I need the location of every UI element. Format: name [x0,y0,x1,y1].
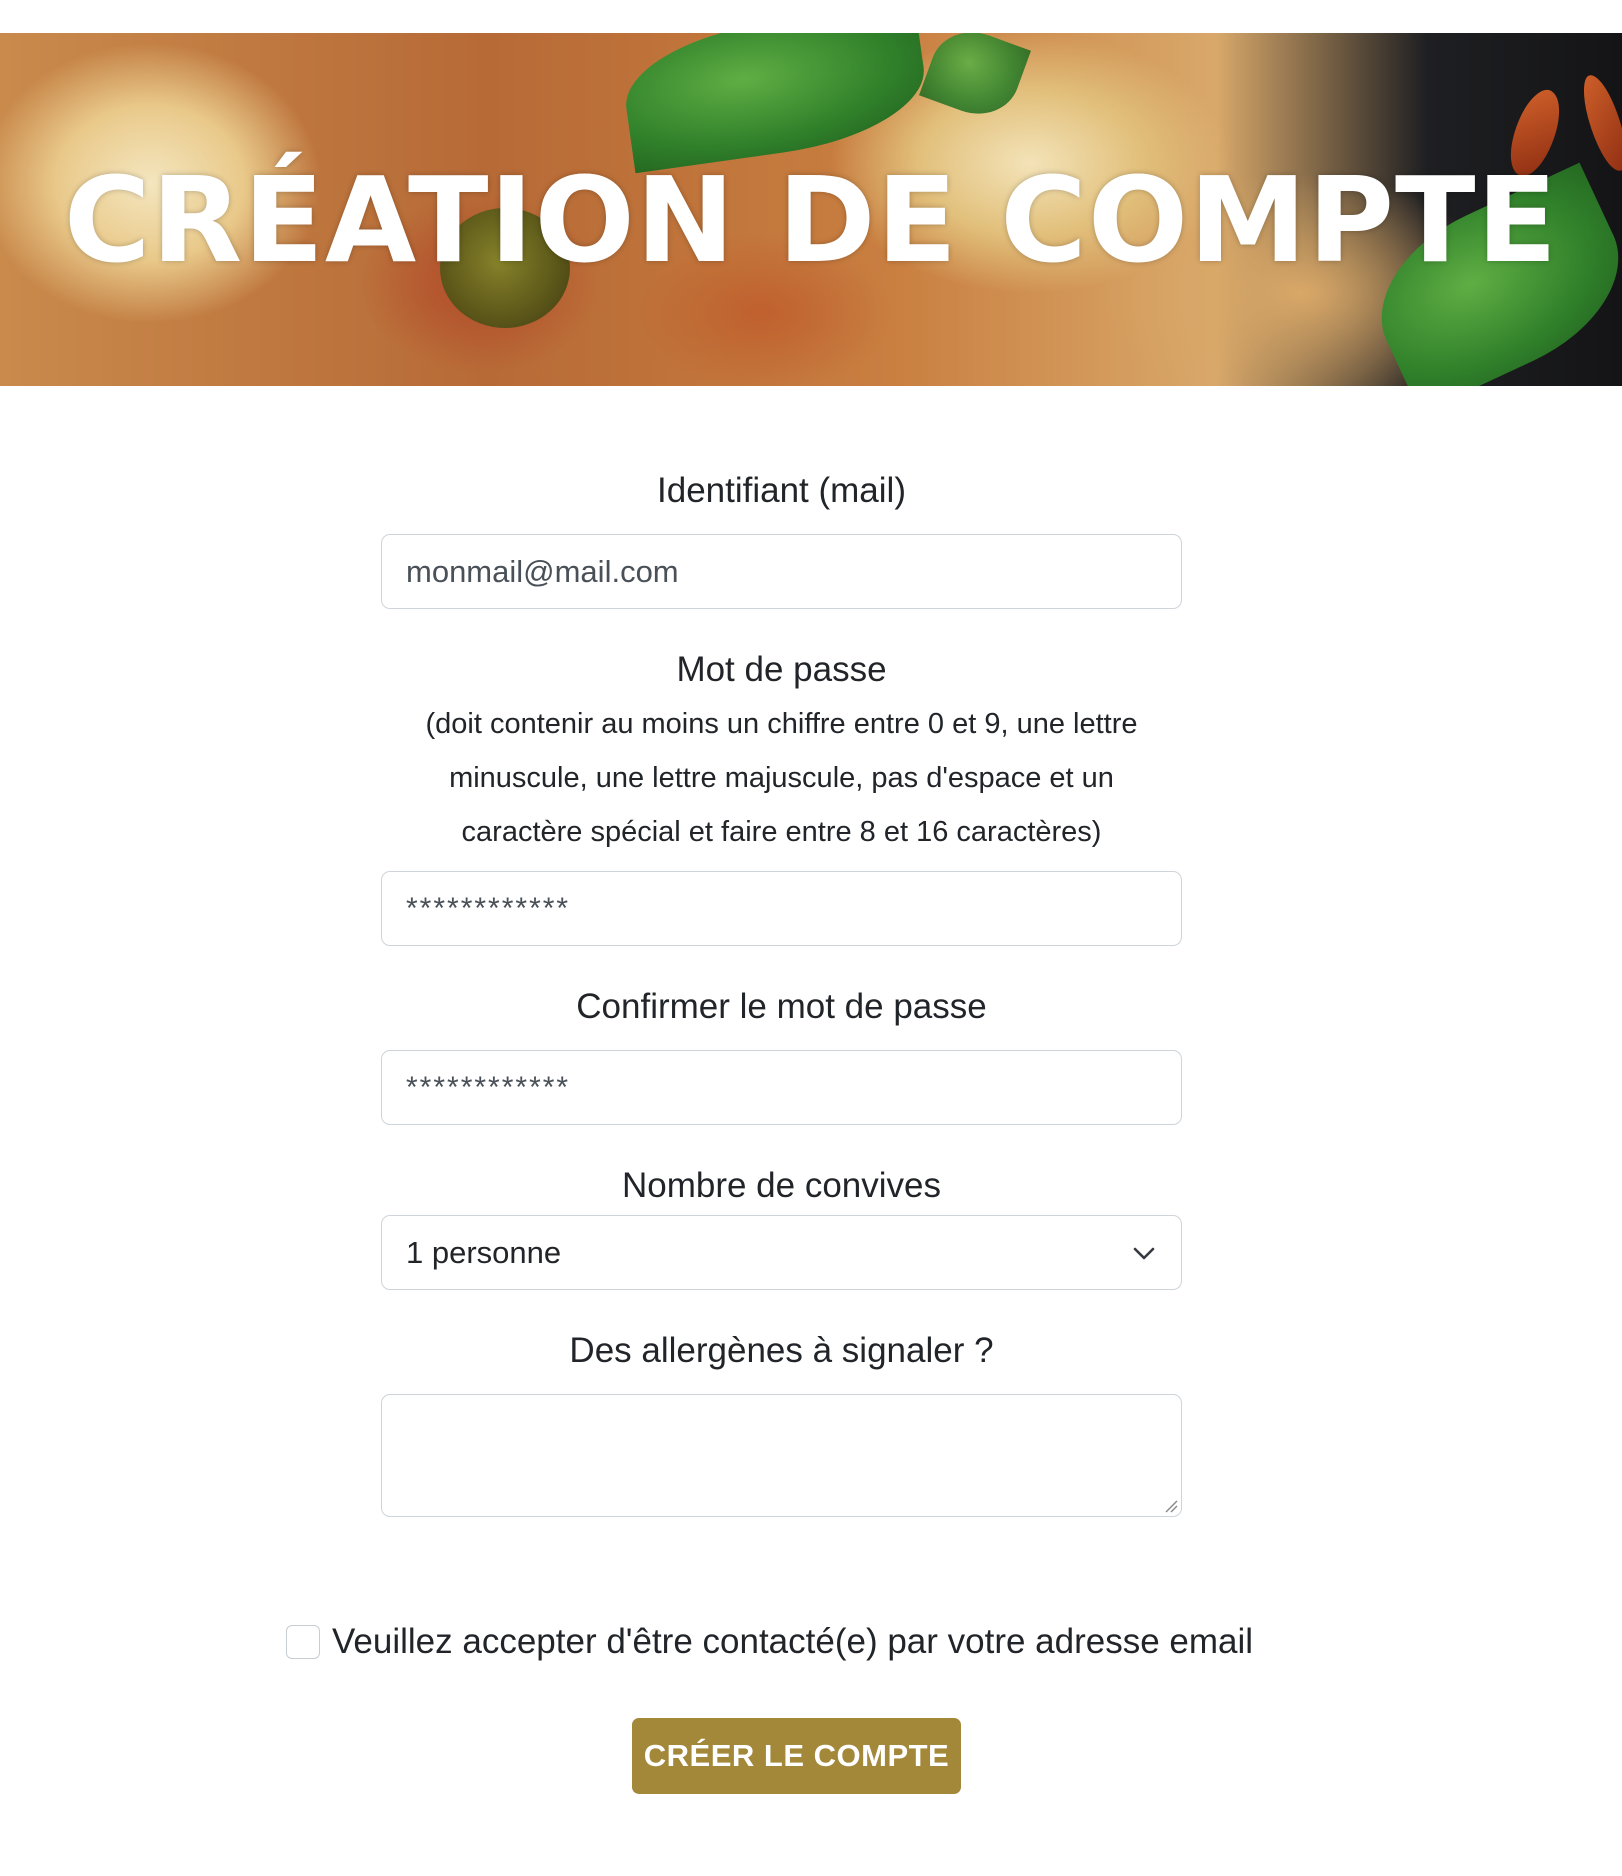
password-value: ************ [406,891,571,925]
confirm-password-label: Confirmer le mot de passe [576,987,987,1026]
consent-checkbox[interactable] [286,1625,320,1659]
page-title: CRÉATION DE COMPTE [63,151,1559,289]
email-label: Identifiant (mail) [657,471,906,510]
password-label: Mot de passe [676,650,887,689]
guests-label: Nombre de convives [621,1166,942,1205]
allergens-textarea[interactable] [381,1394,1182,1517]
chili-image [1577,70,1622,176]
password-hint-line: (doit contenir au moins un chiffre entre… [425,708,1138,740]
password-hint-line: minuscule, une lettre majuscule, pas d'e… [449,762,1114,794]
consent-row: Veuillez accepter d'être contacté(e) par… [286,1622,1253,1662]
confirm-password-field[interactable]: ************ [381,1050,1182,1125]
account-creation-form: Identifiant (mail) monmail@mail.com Mot … [381,470,1182,1517]
hero-banner: CRÉATION DE COMPTE [0,33,1622,386]
guests-selected-value: 1 personne [406,1234,562,1270]
password-hint: (doit contenir au moins un chiffre entre… [381,697,1182,859]
page: CRÉATION DE COMPTE Identifiant (mail) mo… [0,0,1622,1876]
email-placeholder: monmail@mail.com [406,553,679,589]
consent-label: Veuillez accepter d'être contacté(e) par… [332,1622,1254,1661]
guests-select[interactable]: 1 personne [381,1215,1182,1290]
email-field[interactable]: monmail@mail.com [381,534,1182,609]
create-account-button[interactable]: CRÉER LE COMPTE [632,1718,961,1794]
password-hint-line: caractère spécial et faire entre 8 et 16… [461,816,1102,848]
chevron-down-icon [1131,1240,1157,1266]
resize-handle-icon[interactable] [1164,1499,1178,1513]
password-field[interactable]: ************ [381,871,1182,946]
basil-leaf-image [919,33,1031,126]
confirm-password-value: ************ [406,1070,571,1104]
allergens-label: Des allergènes à signaler ? [569,1331,994,1370]
